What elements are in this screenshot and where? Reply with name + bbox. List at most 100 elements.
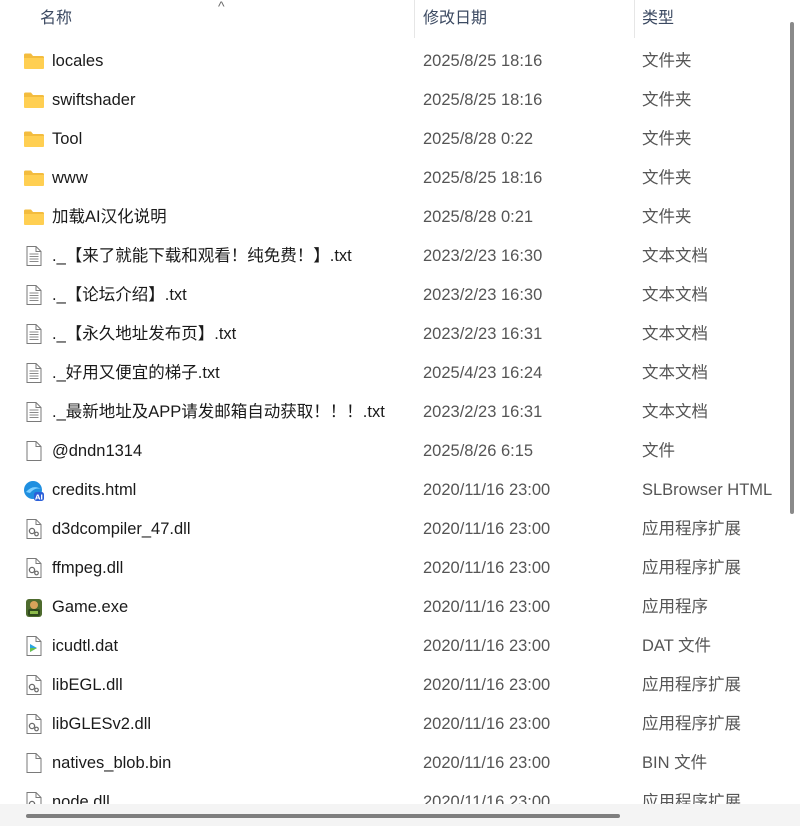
file-row[interactable]: libGLESv2.dll 2020/11/16 23:00 应用程序扩展 [0,705,782,744]
file-name: www [52,169,88,187]
file-modified-date: 2023/2/23 16:31 [423,403,543,421]
file-name: @dndn1314 [52,442,143,460]
browser-html-icon: AI [23,480,45,502]
folder-icon [23,168,45,188]
file-row[interactable]: Game.exe 2020/11/16 23:00 应用程序 [0,588,782,627]
column-divider[interactable] [414,0,415,38]
file-name: ._【永久地址发布页】.txt [52,325,237,343]
file-row[interactable]: libEGL.dll 2020/11/16 23:00 应用程序扩展 [0,666,782,705]
file-modified-date: 2020/11/16 23:00 [423,676,551,694]
column-header-bar: ^ 名称 修改日期 类型 [0,0,782,38]
file-row[interactable]: natives_blob.bin 2020/11/16 23:00 BIN 文件 [0,744,782,783]
file-name: 加载AI汉化说明 [52,208,167,226]
file-row[interactable]: ._【论坛介绍】.txt 2023/2/23 16:30 文本文档 [0,276,782,315]
file-type: 应用程序扩展 [642,715,741,733]
file-name: locales [52,52,104,70]
folder-icon [23,51,45,71]
horizontal-scrollbar[interactable] [0,804,800,826]
file-name: libGLESv2.dll [52,715,152,733]
column-divider[interactable] [634,0,635,38]
file-type: 文件夹 [642,208,692,226]
game-exe-icon [23,597,45,617]
file-name: d3dcompiler_47.dll [52,520,191,538]
column-header-type[interactable]: 类型 [642,0,674,38]
file-type: 文件夹 [642,91,692,109]
text-document-icon [23,246,45,266]
svg-text:AI: AI [35,494,43,502]
vertical-scrollbar-thumb[interactable] [790,22,794,514]
file-name: ffmpeg.dll [52,559,124,577]
file-name: natives_blob.bin [52,754,172,772]
file-row[interactable]: ._好用又便宜的梯子.txt 2025/4/23 16:24 文本文档 [0,354,782,393]
file-row[interactable]: ._【来了就能下载和观看！纯免费！】.txt 2023/2/23 16:30 文本文… [0,237,782,276]
file-name: node.dll [52,793,110,804]
file-name: ._好用又便宜的梯子.txt [52,364,220,382]
text-document-icon [23,324,45,344]
file-name: ._【来了就能下载和观看！纯免费！】.txt [52,247,352,265]
file-name: Game.exe [52,598,129,616]
folder-icon [23,90,45,110]
file-type: 文本文档 [642,403,708,421]
file-type: SLBrowser HTML [642,481,773,499]
file-name: ._最新地址及APP请发邮箱自动获取！！！.txt [52,403,385,421]
file-name: credits.html [52,481,137,499]
column-header-date[interactable]: 修改日期 [423,0,487,38]
file-row[interactable]: www 2025/8/25 18:16 文件夹 [0,159,782,198]
file-type: 应用程序扩展 [642,520,741,538]
file-modified-date: 2025/8/28 0:22 [423,130,534,148]
vertical-scrollbar[interactable] [782,0,800,804]
file-modified-date: 2020/11/16 23:00 [423,481,551,499]
file-modified-date: 2025/8/26 6:15 [423,442,534,460]
column-header-name[interactable]: 名称 [40,0,72,38]
blank-file-icon [23,441,45,461]
file-modified-date: 2020/11/16 23:00 [423,754,551,772]
file-row[interactable]: Tool 2025/8/28 0:22 文件夹 [0,120,782,159]
dll-file-icon [23,792,45,804]
file-row[interactable]: AI credits.html 2020/11/16 23:00 SLBrowser … [0,471,782,510]
horizontal-scrollbar-thumb[interactable] [26,814,620,818]
file-modified-date: 2020/11/16 23:00 [423,598,551,616]
file-type: 文本文档 [642,364,708,382]
file-modified-date: 2020/11/16 23:00 [423,559,551,577]
file-name: swiftshader [52,91,136,109]
file-type: 文本文档 [642,286,708,304]
file-row[interactable]: ._【永久地址发布页】.txt 2023/2/23 16:31 文本文档 [0,315,782,354]
file-type: 文件 [642,442,675,460]
file-modified-date: 2025/4/23 16:24 [423,364,543,382]
file-row[interactable]: 加载AI汉化说明 2025/8/28 0:21 文件夹 [0,198,782,237]
dat-file-icon [23,636,45,656]
file-row[interactable]: swiftshader 2025/8/25 18:16 文件夹 [0,81,782,120]
file-modified-date: 2020/11/16 23:00 [423,637,551,655]
text-document-icon [23,285,45,305]
file-modified-date: 2023/2/23 16:31 [423,325,543,343]
file-modified-date: 2020/11/16 23:00 [423,715,551,733]
file-row[interactable]: locales 2025/8/25 18:16 文件夹 [0,42,782,81]
file-name: icudtl.dat [52,637,119,655]
file-type: 文件夹 [642,169,692,187]
file-type: 文件夹 [642,130,692,148]
sort-ascending-icon: ^ [218,0,225,14]
file-modified-date: 2025/8/25 18:16 [423,52,543,70]
text-document-icon [23,402,45,422]
file-row[interactable]: d3dcompiler_47.dll 2020/11/16 23:00 应用程序扩展 [0,510,782,549]
file-modified-date: 2025/8/25 18:16 [423,169,543,187]
file-row[interactable]: icudtl.dat 2020/11/16 23:00 DAT 文件 [0,627,782,666]
file-type: 应用程序扩展 [642,793,741,804]
text-document-icon [23,363,45,383]
dll-file-icon [23,675,45,695]
file-row[interactable]: ffmpeg.dll 2020/11/16 23:00 应用程序扩展 [0,549,782,588]
file-row[interactable]: node.dll 2020/11/16 23:00 应用程序扩展 [0,783,782,804]
dll-file-icon [23,519,45,539]
file-list: locales 2025/8/25 18:16 文件夹 swiftshader 2025… [0,42,782,804]
file-type: 文件夹 [642,52,692,70]
file-row[interactable]: ._最新地址及APP请发邮箱自动获取！！！.txt 2023/2/23 16:31… [0,393,782,432]
dll-file-icon [23,558,45,578]
file-type: 文本文档 [642,247,708,265]
file-type: DAT 文件 [642,637,712,655]
file-modified-date: 2020/11/16 23:00 [423,793,551,804]
file-name: ._【论坛介绍】.txt [52,286,187,304]
file-type: 应用程序扩展 [642,676,741,694]
file-type: 文本文档 [642,325,708,343]
file-row[interactable]: @dndn1314 2025/8/26 6:15 文件 [0,432,782,471]
dll-file-icon [23,714,45,734]
